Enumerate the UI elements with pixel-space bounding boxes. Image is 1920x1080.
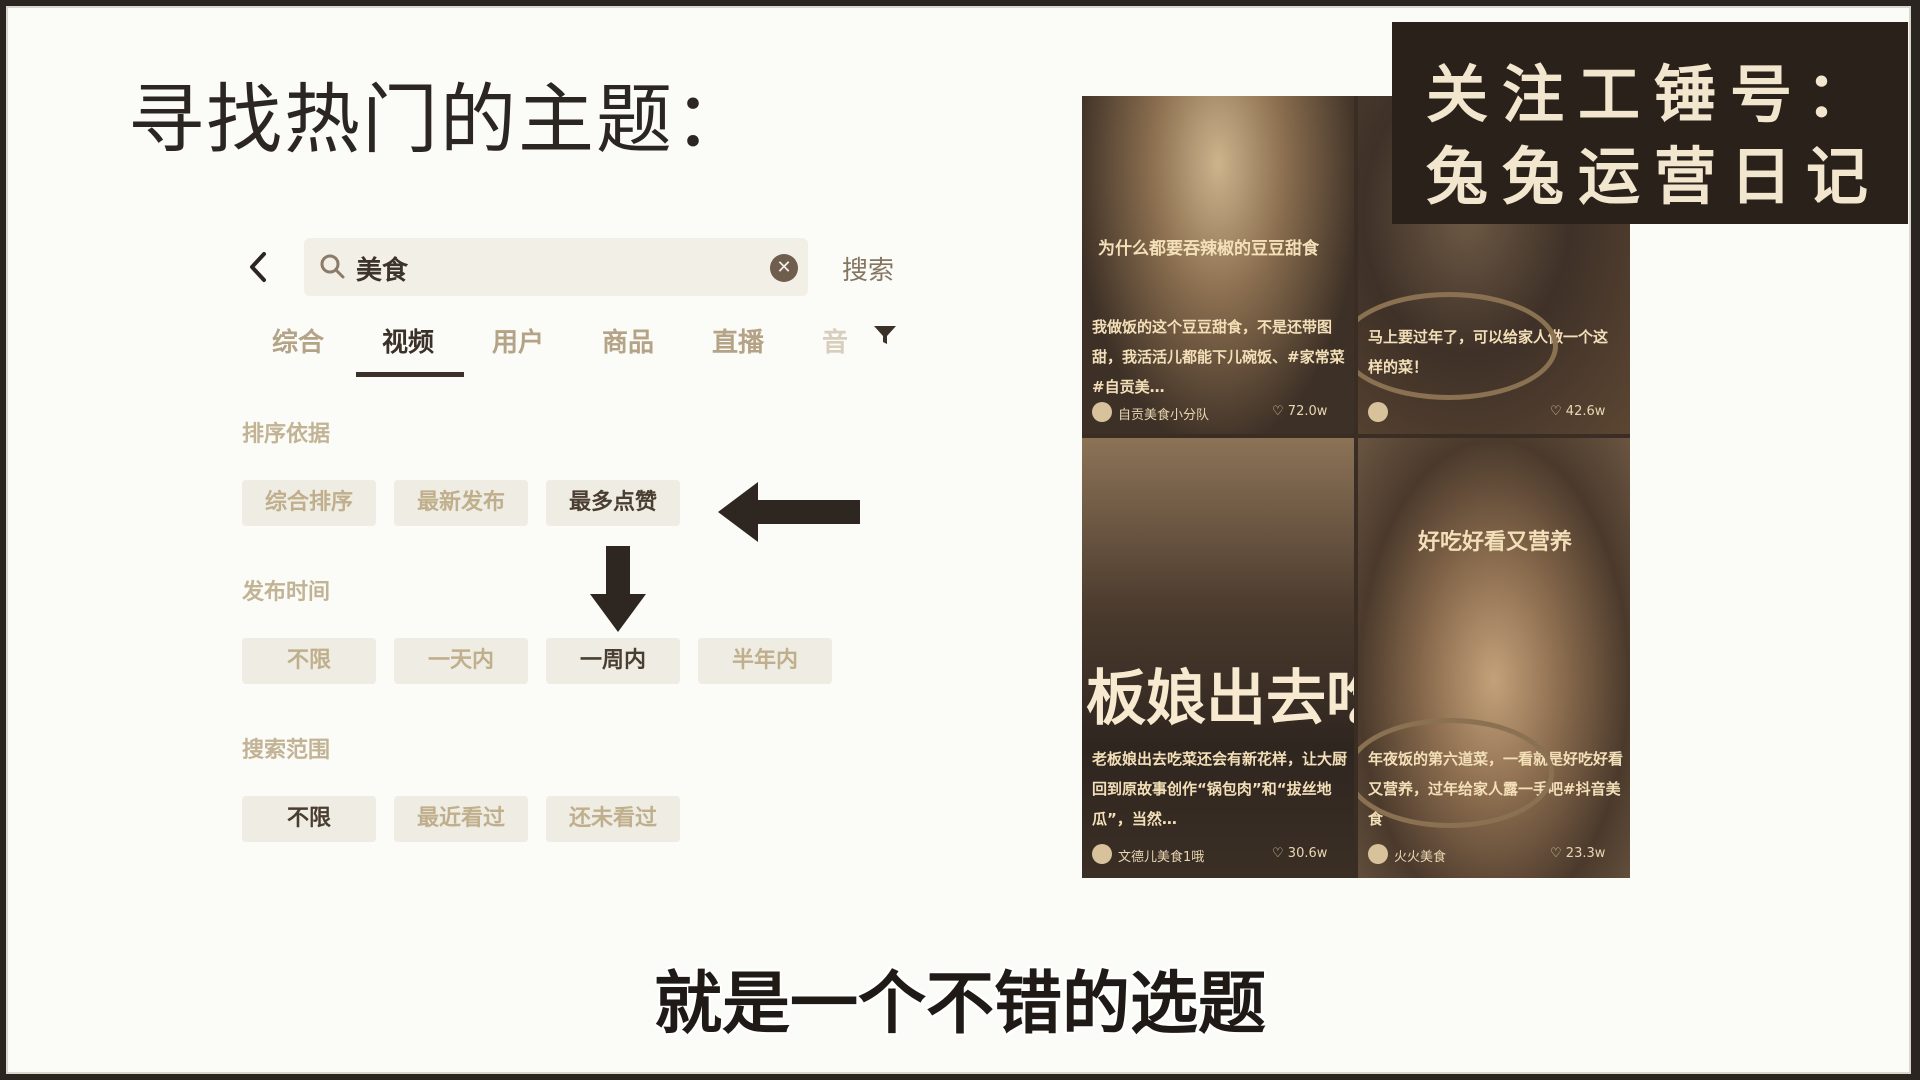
search-bar-row: 美食 ✕ 搜索 xyxy=(236,234,906,300)
tab-users[interactable]: 用户 xyxy=(492,322,544,359)
left-arrow-annotation-icon xyxy=(718,482,860,546)
active-tab-underline xyxy=(356,372,464,377)
time-section-label: 发布时间 xyxy=(242,580,331,605)
search-input[interactable]: 美食 ✕ xyxy=(304,238,808,296)
video-like-count: ♡ 42.6w xyxy=(1550,404,1605,419)
heart-icon: ♡ xyxy=(1272,404,1284,419)
video-caption: 老板娘出去吃菜还会有新花样，让大厨回到原故事创作“锅包肉”和“拔丝地瓜”，当然… xyxy=(1092,750,1348,828)
search-query-text: 美食 xyxy=(356,256,409,286)
sort-option-most-likes[interactable]: 最多点赞 xyxy=(546,480,680,526)
video-cover-big-text: 板娘出去吃 xyxy=(1086,664,1354,734)
video-result-card[interactable]: 板娘出去吃 老板娘出去吃菜还会有新花样，让大厨回到原故事创作“锅包肉”和“拔丝地… xyxy=(1082,438,1354,878)
slide: 寻找热门的主题： 美食 ✕ 搜索 综合 视频 用户 商品 直播 音 排序依据 综… xyxy=(6,6,1911,1074)
search-button[interactable]: 搜索 xyxy=(842,250,894,287)
tab-comprehensive[interactable]: 综合 xyxy=(272,322,324,359)
author-avatar xyxy=(1092,402,1112,422)
time-option-one-day[interactable]: 一天内 xyxy=(394,638,528,684)
heart-icon: ♡ xyxy=(1550,846,1562,861)
result-tabs: 综合 视频 用户 商品 直播 音 xyxy=(256,322,916,380)
filter-icon[interactable] xyxy=(872,322,898,355)
like-count-text: 30.6w xyxy=(1287,846,1328,861)
video-result-card[interactable]: 为什么都要吞辣椒的豆豆甜食 我做饭的这个豆豆甜食，不是还带图甜，我活活儿都能下儿… xyxy=(1082,96,1354,434)
sort-section-label: 排序依据 xyxy=(242,422,331,447)
clear-circle-icon[interactable]: ✕ xyxy=(770,254,798,282)
back-chevron-icon[interactable] xyxy=(236,244,282,290)
heart-icon: ♡ xyxy=(1550,404,1562,419)
video-cover-title: 为什么都要吞辣椒的豆豆甜食 xyxy=(1098,239,1319,259)
scope-option-any[interactable]: 不限 xyxy=(242,796,376,842)
video-caption: 我做饭的这个豆豆甜食，不是还带图甜，我活活儿都能下儿碗饭、#家常菜#自贡美… xyxy=(1092,318,1345,396)
search-icon xyxy=(318,252,346,280)
slide-title: 寻找热门的主题： xyxy=(128,75,752,164)
account-watermark-banner: 关注工锤号： 兔兔运营日记 xyxy=(1392,22,1908,224)
video-like-count: ♡ 23.3w xyxy=(1550,846,1605,861)
video-like-count: ♡ 30.6w xyxy=(1272,846,1327,861)
author-avatar xyxy=(1092,844,1112,864)
video-author: 文德儿美食1哦 xyxy=(1118,850,1205,865)
video-result-card[interactable]: 好吃好看又营养 年夜饭的第六道菜，一看就是好吃好看又营养，过年给家人露一手吧#抖… xyxy=(1358,438,1630,878)
video-author: 自贡美食小分队 xyxy=(1118,408,1210,423)
time-option-any[interactable]: 不限 xyxy=(242,638,376,684)
tab-products[interactable]: 商品 xyxy=(602,322,654,359)
heart-icon: ♡ xyxy=(1272,846,1284,861)
video-subtitle: 就是一个不错的选题 xyxy=(653,965,1266,1044)
watermark-line-2: 兔兔运营日记 xyxy=(1426,140,1883,213)
like-count-text: 72.0w xyxy=(1287,404,1328,419)
like-count-text: 23.3w xyxy=(1565,846,1606,861)
watermark-line-1: 关注工锤号： xyxy=(1426,58,1883,131)
down-arrow-annotation-icon xyxy=(590,546,646,636)
tab-video[interactable]: 视频 xyxy=(382,322,434,359)
author-avatar xyxy=(1368,402,1388,422)
video-like-count: ♡ 72.0w xyxy=(1272,404,1327,419)
scope-option-recently-viewed[interactable]: 最近看过 xyxy=(394,796,528,842)
tab-live[interactable]: 直播 xyxy=(712,322,764,359)
video-author: 火火美食 xyxy=(1394,850,1447,865)
sort-option-latest[interactable]: 最新发布 xyxy=(394,480,528,526)
author-avatar xyxy=(1368,844,1388,864)
sort-option-comprehensive[interactable]: 综合排序 xyxy=(242,480,376,526)
time-option-one-week[interactable]: 一周内 xyxy=(546,638,680,684)
time-option-half-year[interactable]: 半年内 xyxy=(698,638,832,684)
scope-section-label: 搜索范围 xyxy=(242,738,331,763)
tab-music-partial[interactable]: 音 xyxy=(822,322,848,359)
like-count-text: 42.6w xyxy=(1565,404,1606,419)
scope-option-not-viewed[interactable]: 还未看过 xyxy=(546,796,680,842)
video-cover-title: 好吃好看又营养 xyxy=(1418,530,1573,555)
